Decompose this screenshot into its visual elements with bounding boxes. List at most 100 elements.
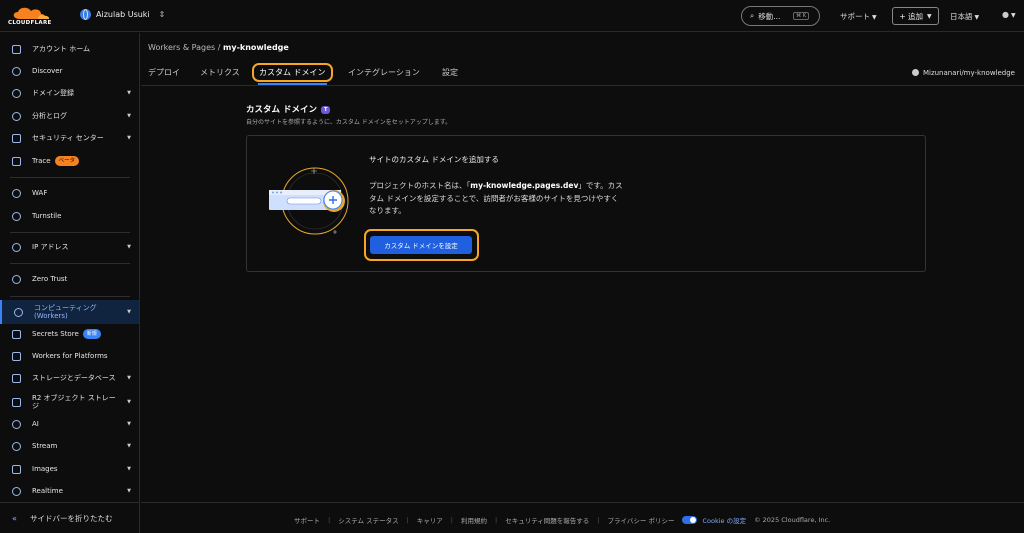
phone-icon	[12, 486, 21, 496]
chevron-down-icon: ▼	[127, 244, 131, 250]
sidebar-item-storage-databases[interactable]: ストレージとデータベース ▼	[0, 366, 139, 390]
cloudflare-logo[interactable]: CLOUDFLARE	[8, 5, 68, 27]
cookie-toggle-icon	[682, 516, 698, 524]
new-badge: 新規	[82, 329, 101, 339]
sidebar-item-zero-trust[interactable]: Zero Trust	[0, 268, 139, 290]
top-bar: CLOUDFLARE Aizulab Usuki ⇕ ⌕ 移動... ⌘ K サ…	[0, 0, 1024, 32]
footer: サポート | システム ステータス | キャリア | 利用規約 | セキュリティ問題を報…	[141, 502, 1024, 533]
language-menu[interactable]: 日本語 ▼	[950, 11, 979, 22]
tab-settings[interactable]: 設定	[442, 67, 458, 78]
add-button[interactable]: + 追加 ▼	[892, 7, 939, 25]
updown-icon: ⇕	[158, 10, 166, 19]
globe-icon	[12, 88, 21, 98]
cookie-settings[interactable]: Cookie の設定	[682, 515, 746, 525]
sidebar-item-label: Workers for Platforms	[32, 352, 108, 360]
cookie-settings-label: Cookie の設定	[702, 517, 747, 525]
globe-icon	[80, 9, 91, 20]
sidebar-divider	[10, 263, 130, 264]
search-button[interactable]: ⌕ 移動... ⌘ K	[741, 6, 820, 26]
sidebar-item-secrets-store[interactable]: Secrets Store 新規	[0, 323, 139, 345]
card-description: プロジェクトのホスト名は、「my-knowledge.pages.dev」です。…	[369, 180, 624, 218]
beta-badge: ベータ	[54, 156, 80, 166]
account-switcher[interactable]: Aizulab Usuki ⇕	[80, 9, 165, 20]
section-description: 自分のサイトを参照するように、カスタム ドメインをセットアップします。	[246, 119, 452, 126]
sidebar-item-realtime[interactable]: Realtime ▼	[0, 480, 139, 502]
footer-link-privacy[interactable]: プライバシー ポリシー	[608, 515, 675, 525]
footer-link-report-security[interactable]: セキュリティ問題を報告する	[505, 515, 589, 525]
chevron-down-icon: ▼	[127, 399, 131, 405]
footer-link-support[interactable]: サポート	[294, 515, 320, 525]
footer-links: サポート | システム ステータス | キャリア | 利用規約 | セキュリティ問題を報…	[294, 515, 830, 525]
chevron-down-icon: ▼	[127, 135, 131, 141]
sidebar-item-label: アカウント ホーム	[32, 45, 91, 53]
tab-deployments[interactable]: デプロイ	[148, 67, 180, 78]
support-menu[interactable]: サポート ▼	[840, 11, 877, 22]
chevron-down-icon: ▼	[127, 375, 131, 381]
footer-link-careers[interactable]: キャリア	[417, 515, 443, 525]
compute-icon	[14, 307, 23, 317]
custom-domain-card: サイトのカスタム ドメインを追加する プロジェクトのホスト名は、「my-know…	[246, 135, 926, 272]
footer-separator: |	[494, 516, 498, 524]
sidebar-item-domain-registration[interactable]: ドメイン登録 ▼	[0, 82, 139, 104]
chevron-down-icon: ▼	[127, 443, 131, 449]
image-icon	[12, 464, 21, 474]
page-title: カスタム ドメイン T	[246, 103, 331, 115]
collapse-sidebar-button[interactable]: « サイドバーを折りたたむ	[0, 502, 139, 533]
sidebar-item-images[interactable]: Images ▼	[0, 458, 139, 480]
language-label: 日本語	[950, 12, 973, 21]
sidebar-item-ip-addresses[interactable]: IP アドレス ▼	[0, 236, 139, 258]
user-menu[interactable]: ● ▼	[1002, 10, 1016, 19]
footer-link-terms[interactable]: 利用規約	[461, 515, 487, 525]
ai-sparkle-icon	[12, 419, 21, 429]
sidebar-item-discover[interactable]: Discover	[0, 60, 139, 82]
trace-label: Trace	[32, 157, 51, 165]
chevron-down-icon: ▼	[974, 14, 980, 21]
sidebar-item-label: Trace ベータ	[32, 156, 80, 166]
domain-illustration	[267, 164, 357, 244]
tab-metrics[interactable]: メトリクス	[200, 67, 240, 78]
sidebar-item-label: R2 オブジェクト ストレージ	[32, 394, 116, 410]
sidebar-item-label: ドメイン登録	[32, 89, 74, 97]
sidebar-divider	[10, 177, 130, 178]
bucket-icon	[12, 397, 21, 407]
sidebar-item-label: Stream	[32, 442, 58, 450]
card-title: サイトのカスタム ドメインを追加する	[369, 155, 499, 164]
sidebar-item-waf[interactable]: WAF	[0, 182, 139, 204]
sidebar-item-trace[interactable]: Trace ベータ	[0, 150, 139, 172]
tab-integrations[interactable]: インテグレーション	[348, 67, 420, 78]
sidebar-item-ai[interactable]: AI ▼	[0, 413, 139, 435]
sidebar-item-security-center[interactable]: セキュリティ センター ▼	[0, 127, 139, 149]
sidebar: アカウント ホーム Discover ドメイン登録 ▼ 分析とログ ▼ セキュリ…	[0, 33, 140, 533]
account-name: Aizulab Usuki	[96, 10, 150, 19]
sidebar-item-stream[interactable]: Stream ▼	[0, 435, 139, 457]
sidebar-item-label: WAF	[32, 189, 48, 197]
section-title-text: カスタム ドメイン	[246, 105, 317, 115]
sidebar-item-turnstile[interactable]: Turnstile	[0, 205, 139, 227]
sidebar-item-label: Turnstile	[32, 212, 62, 220]
logo-text: CLOUDFLARE	[8, 20, 52, 26]
secrets-store-label: Secrets Store	[32, 330, 79, 338]
footer-separator: |	[597, 516, 600, 524]
breadcrumb-parent[interactable]: Workers & Pages	[148, 43, 215, 52]
sidebar-item-workers[interactable]: コンピューティング (Workers) ▼	[0, 300, 139, 324]
sidebar-item-label: Discover	[32, 67, 63, 75]
chevron-down-icon: ▼	[872, 14, 877, 21]
home-icon	[12, 44, 21, 54]
chevron-down-icon: ▼	[127, 113, 131, 119]
sidebar-item-account-home[interactable]: アカウント ホーム	[0, 38, 139, 60]
set-custom-domain-button[interactable]: カスタム ドメインを設定	[370, 236, 472, 254]
trace-icon	[12, 156, 21, 166]
sidebar-item-label: コンピューティング (Workers)	[34, 304, 97, 320]
repo-link[interactable]: Mizunanari/my-knowledge	[911, 69, 1015, 77]
sidebar-item-r2-storage[interactable]: R2 オブジェクト ストレージ ▼	[0, 390, 139, 414]
search-icon: ⌕	[750, 11, 755, 20]
sidebar-item-workers-for-platforms[interactable]: Workers for Platforms	[0, 345, 139, 367]
tab-custom-domains[interactable]: カスタム ドメイン	[252, 63, 333, 85]
cube-icon	[12, 351, 21, 361]
user-icon: ●	[1002, 10, 1009, 19]
footer-link-system-status[interactable]: システム ステータス	[338, 515, 398, 525]
footer-separator: |	[406, 516, 409, 524]
turnstile-icon	[12, 211, 21, 221]
search-label: 移動...	[758, 11, 781, 21]
sidebar-item-analytics[interactable]: 分析とログ ▼	[0, 105, 139, 127]
